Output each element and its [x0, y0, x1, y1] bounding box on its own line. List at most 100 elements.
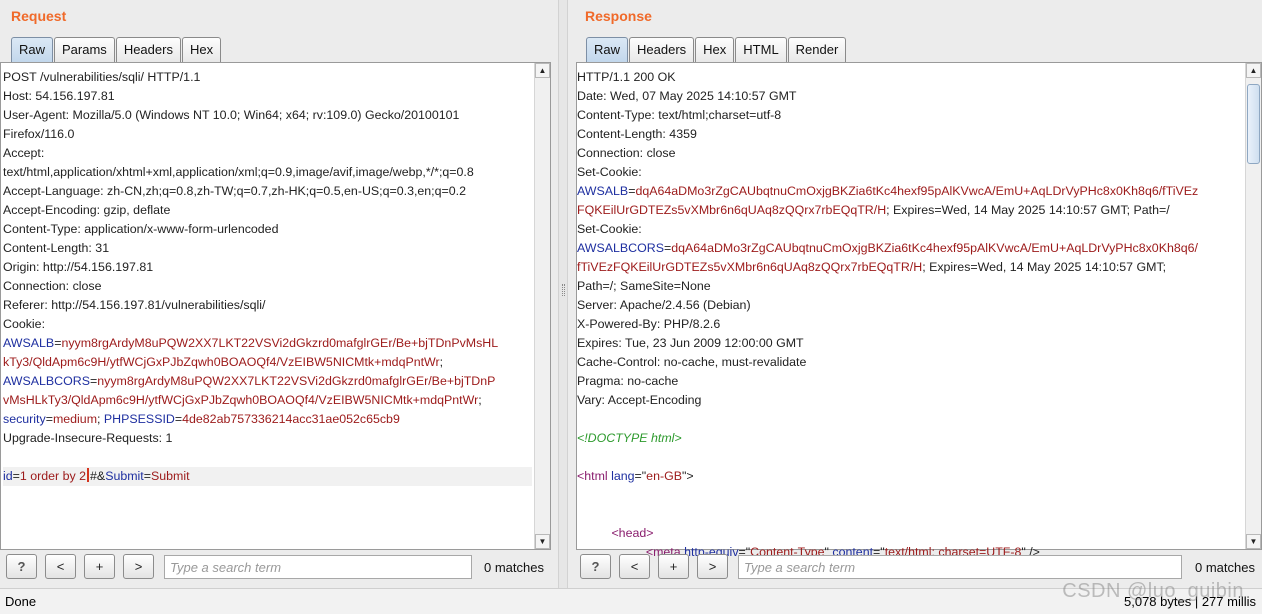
previous-match-button[interactable]: < — [45, 554, 76, 579]
response-line: <!DOCTYPE html> — [577, 429, 1243, 448]
tab-params[interactable]: Params — [54, 37, 115, 62]
response-line: HTTP/1.1 200 OK — [577, 68, 1243, 87]
tab-render[interactable]: Render — [787, 37, 847, 62]
request-line — [3, 448, 532, 467]
request-line: AWSALB=nyym8rgArdyM8uPQW2XX7LKT22VSVi2dG… — [3, 334, 532, 353]
split-pane-divider[interactable] — [558, 0, 568, 588]
request-line: Connection: close — [3, 277, 532, 296]
response-line-text: Set-Cookie: — [577, 165, 642, 179]
response-line: X-Powered-By: PHP/8.2.6 — [577, 315, 1243, 334]
response-token: <!DOCTYPE html> — [577, 431, 682, 445]
response-line: Cache-Control: no-cache, must-revalidate — [577, 353, 1243, 372]
response-line-text: Server: Apache/2.4.56 (Debian) — [577, 298, 751, 312]
response-line-text: X-Powered-By: PHP/8.2.6 — [577, 317, 721, 331]
request-tabs: Raw Params Headers Hex — [11, 37, 222, 62]
request-line-text: Accept-Language: zh-CN,zh;q=0.8,zh-TW;q=… — [3, 184, 466, 198]
request-token: id — [3, 469, 13, 483]
response-token: lang — [611, 469, 635, 483]
scroll-up-arrow-icon[interactable]: ▲ — [1246, 63, 1261, 78]
response-token: "> — [681, 469, 694, 483]
tab-raw[interactable]: Raw — [586, 37, 629, 62]
response-search-input[interactable] — [738, 555, 1182, 579]
request-token: 1 order by 2 — [19, 469, 87, 483]
response-line-text: Set-Cookie: — [577, 222, 642, 236]
response-line: Pragma: no-cache — [577, 372, 1243, 391]
add-button[interactable]: + — [658, 554, 689, 579]
response-token: dqA64aDMo3rZgCAUbqtnuCmOxjgBKZia6tKc4hex… — [671, 241, 1198, 255]
request-line: POST /vulnerabilities/sqli/ HTTP/1.1 — [3, 68, 532, 87]
request-line: Upgrade-Insecure-Requests: 1 — [3, 429, 532, 448]
request-line: kTy3/QldApm6c9H/ytfWCjGxPJbZqwh0BOAOQf4/… — [3, 353, 532, 372]
request-line-text: Accept-Encoding: gzip, deflate — [3, 203, 171, 217]
request-line-text: Cookie: — [3, 317, 46, 331]
tab-hex[interactable]: Hex — [181, 37, 222, 62]
request-line: id=1 order by 2 #&Submit=Submit — [3, 467, 532, 486]
request-line-text: Accept: — [3, 146, 45, 160]
request-line-text: Firefox/116.0 — [3, 127, 75, 141]
response-line: Date: Wed, 07 May 2025 14:10:57 GMT — [577, 87, 1243, 106]
response-panel: Response Raw Headers Hex HTML Render HTT… — [568, 0, 1262, 588]
request-scrollbar[interactable]: ▲ ▼ — [534, 63, 550, 549]
request-search-bar: ? < + > 0 matches — [6, 552, 554, 584]
scroll-down-arrow-icon[interactable]: ▼ — [535, 534, 550, 549]
response-line: Content-Type: text/html;charset=utf-8 — [577, 106, 1243, 125]
request-token: ; — [478, 393, 482, 407]
response-token: ; Expires=Wed, 14 May 2025 14:10:57 GMT; — [922, 260, 1167, 274]
request-line-text: User-Agent: Mozilla/5.0 (Windows NT 10.0… — [3, 108, 460, 122]
request-line: Firefox/116.0 — [3, 125, 532, 144]
request-search-input[interactable] — [164, 555, 472, 579]
tab-html[interactable]: HTML — [735, 37, 787, 62]
response-line: AWSALB=dqA64aDMo3rZgCAUbqtnuCmOxjgBKZia6… — [577, 182, 1243, 201]
response-token: =" — [634, 469, 647, 483]
watermark: CSDN @luo_guibin — [1062, 580, 1244, 602]
request-token: vMsHLkTy3/QldApm6c9H/ytfWCjGxPJbZqwh0BOA… — [3, 393, 479, 407]
request-token: PHPSESSID — [103, 412, 175, 426]
response-line: Expires: Tue, 23 Jun 2009 12:00:00 GMT — [577, 334, 1243, 353]
next-match-button[interactable]: > — [123, 554, 154, 579]
request-line: Accept-Encoding: gzip, deflate — [3, 201, 532, 220]
tab-raw[interactable]: Raw — [11, 37, 54, 62]
tab-headers[interactable]: Headers — [115, 37, 181, 62]
response-token: <head> — [611, 526, 654, 540]
request-token: #& — [90, 469, 106, 483]
response-line-text: Pragma: no-cache — [577, 374, 679, 388]
text-caret — [87, 468, 90, 482]
response-line: <html lang="en-GB"> — [577, 467, 1243, 486]
request-token: 4de82ab757336214acc31ae052c65cb9 — [182, 412, 400, 426]
response-scrollbar[interactable]: ▲ ▼ — [1245, 63, 1261, 549]
add-button[interactable]: + — [84, 554, 115, 579]
response-token: FQKEilUrGDTEZs5vXMbr6n6qUAq8zQQrx7rbEQqT… — [577, 203, 887, 217]
response-token — [577, 526, 611, 540]
request-line: security=medium; PHPSESSID=4de82ab757336… — [3, 410, 532, 429]
tab-headers[interactable]: Headers — [629, 37, 695, 62]
response-line-text: Date: Wed, 07 May 2025 14:10:57 GMT — [577, 89, 797, 103]
response-token: ; Expires=Wed, 14 May 2025 14:10:57 GMT;… — [886, 203, 1170, 217]
request-editor[interactable]: POST /vulnerabilities/sqli/ HTTP/1.1 Host… — [0, 62, 551, 550]
request-line: Content-Length: 31 — [3, 239, 532, 258]
response-editor[interactable]: HTTP/1.1 200 OK Date: Wed, 07 May 2025 14… — [576, 62, 1262, 559]
response-line: Vary: Accept-Encoding — [577, 391, 1243, 410]
help-button[interactable]: ? — [580, 554, 611, 579]
scroll-up-arrow-icon[interactable]: ▲ — [535, 63, 550, 78]
request-token: AWSALBCORS — [3, 374, 90, 388]
request-text[interactable]: POST /vulnerabilities/sqli/ HTTP/1.1 Host… — [3, 68, 532, 486]
request-line: AWSALBCORS=nyym8rgArdyM8uPQW2XX7LKT22VSV… — [3, 372, 532, 391]
response-line — [577, 448, 1243, 467]
request-line-text: Host: 54.156.197.81 — [3, 89, 115, 103]
request-token: Submit — [151, 469, 190, 483]
request-token: nyym8rgArdyM8uPQW2XX7LKT22VSVi2dGkzrd0ma… — [61, 336, 499, 350]
help-button[interactable]: ? — [6, 554, 37, 579]
next-match-button[interactable]: > — [697, 554, 728, 579]
response-text[interactable]: HTTP/1.1 200 OK Date: Wed, 07 May 2025 14… — [577, 68, 1243, 562]
scroll-thumb[interactable] — [1247, 84, 1260, 164]
scroll-down-arrow-icon[interactable]: ▼ — [1246, 534, 1261, 549]
response-token: <html — [577, 469, 612, 483]
request-line-text: Connection: close — [3, 279, 102, 293]
request-line-text: Content-Length: 31 — [3, 241, 110, 255]
request-token: = — [45, 412, 53, 426]
request-token: ; — [97, 412, 104, 426]
response-line: Set-Cookie: — [577, 220, 1243, 239]
response-line-text: Vary: Accept-Encoding — [577, 393, 702, 407]
tab-hex[interactable]: Hex — [695, 37, 735, 62]
previous-match-button[interactable]: < — [619, 554, 650, 579]
